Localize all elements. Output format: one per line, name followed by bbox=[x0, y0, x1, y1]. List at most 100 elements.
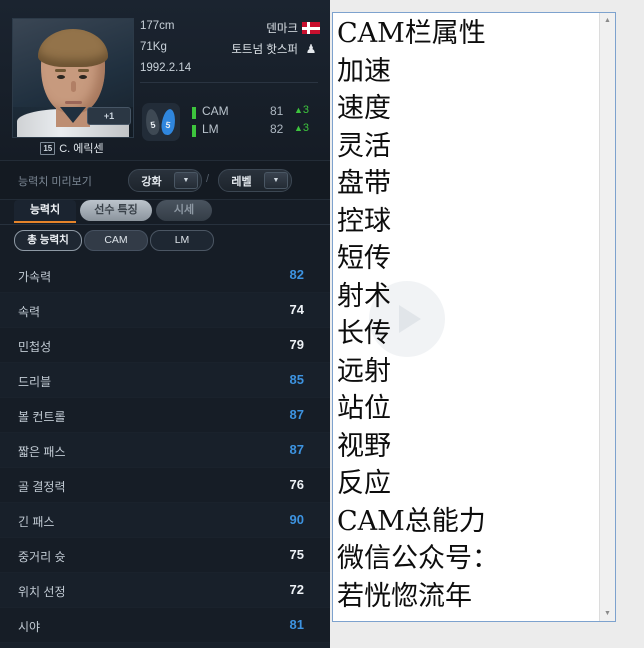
weak-foot-icon: 5 bbox=[144, 108, 161, 136]
player-birthdate: 1992.2.14 bbox=[140, 62, 192, 74]
stat-value: 76 bbox=[289, 477, 304, 492]
stat-name: 위치 선정 bbox=[18, 585, 66, 599]
subtab-cam[interactable]: CAM bbox=[84, 230, 148, 251]
stat-name: 민첩성 bbox=[18, 340, 52, 354]
eye-left bbox=[57, 75, 65, 79]
stat-value: 72 bbox=[289, 582, 304, 597]
player-bio: 177cm 덴마크 71Kg 토트넘 핫스퍼 ♟ 1992.2.14 bbox=[140, 20, 320, 83]
stat-value: 82 bbox=[289, 267, 304, 282]
preview-separator: / bbox=[206, 173, 210, 185]
tab-abilities[interactable]: 능력치 bbox=[14, 200, 76, 223]
tab-market-price[interactable]: 시세 bbox=[156, 200, 212, 221]
stat-value: 87 bbox=[289, 442, 304, 457]
stat-value: 75 bbox=[289, 547, 304, 562]
position-upgrade: ▲3 bbox=[294, 122, 309, 134]
player-weight: 71Kg bbox=[140, 41, 167, 53]
bio-row-height: 177cm 덴마크 bbox=[140, 20, 320, 41]
notes-textbox[interactable]: CAM栏属性 加速 速度 灵活 盘带 控球 短传 射术 长传 远射 站位 视野 … bbox=[332, 12, 616, 622]
tab-player-traits[interactable]: 선수 특징 bbox=[80, 200, 152, 221]
stat-row: 볼 컨트롤 87 bbox=[0, 398, 330, 433]
nose-shape bbox=[71, 81, 76, 92]
stat-value: 85 bbox=[289, 372, 304, 387]
foot-ratings: 5 5 bbox=[142, 103, 180, 141]
hair-shape bbox=[38, 29, 108, 67]
stat-name: 드리블 bbox=[18, 375, 52, 389]
upgrade-badge: +1 bbox=[87, 107, 131, 125]
position-rating: 81 bbox=[270, 104, 284, 118]
scroll-up-icon[interactable]: ▲ bbox=[600, 13, 615, 28]
club-crest-icon: ♟ bbox=[305, 42, 317, 56]
stat-row: 속력 74 bbox=[0, 293, 330, 328]
player-detail-panel: +1 15 C. 에릭센 177cm 덴마크 71Kg 토트넘 핫스퍼 ♟ 19… bbox=[0, 0, 330, 648]
position-name: LM bbox=[202, 122, 219, 136]
stat-value: 79 bbox=[289, 337, 304, 352]
position-name: CAM bbox=[202, 104, 229, 118]
stat-row: 시야 81 bbox=[0, 608, 330, 643]
stat-name: 볼 컨트롤 bbox=[18, 410, 66, 424]
stat-row: 골 결정력 76 bbox=[0, 468, 330, 503]
position-row: LM 82 ▲3 bbox=[192, 122, 322, 140]
position-ratings-list: CAM 81 ▲3 LM 82 ▲3 bbox=[192, 104, 322, 140]
position-bar-icon bbox=[192, 125, 196, 137]
chevron-up-icon: ▲ bbox=[294, 123, 303, 133]
stat-value: 74 bbox=[289, 302, 304, 317]
stats-list: 가속력 82 속력 74 민첩성 79 드리블 85 볼 컨트롤 87 짧은 패스 87 골 결정력 76… bbox=[0, 258, 330, 648]
stat-row: 가속력 82 bbox=[0, 258, 330, 293]
stat-name: 속력 bbox=[18, 305, 41, 319]
main-tabs: 능력치 선수 특징 시세 bbox=[0, 198, 330, 224]
position-upgrade-value: 3 bbox=[302, 122, 310, 134]
scroll-down-icon[interactable]: ▼ bbox=[600, 606, 615, 621]
player-club: 토트넘 핫스퍼 bbox=[231, 44, 298, 56]
position-upgrade-value: 3 bbox=[302, 104, 310, 116]
notes-panel: CAM栏属性 加速 速度 灵活 盘带 控球 短传 射术 长传 远射 站位 视野 … bbox=[330, 0, 644, 648]
denmark-flag-icon bbox=[302, 22, 320, 34]
eyebrow-left bbox=[55, 69, 66, 72]
stat-row: 긴 패스 90 bbox=[0, 503, 330, 538]
chevron-down-icon[interactable]: ▼ bbox=[174, 172, 198, 189]
position-upgrade: ▲3 bbox=[294, 104, 309, 116]
stat-row: 드리블 85 bbox=[0, 363, 330, 398]
stat-row: 중거리 슛 75 bbox=[0, 538, 330, 573]
screen-root: +1 15 C. 에릭센 177cm 덴마크 71Kg 토트넘 핫스퍼 ♟ 19… bbox=[0, 0, 644, 648]
tabs-divider bbox=[0, 224, 330, 225]
stat-value: 87 bbox=[289, 407, 304, 422]
enhance-dropdown[interactable]: 강화 ▼ bbox=[128, 169, 202, 192]
notes-scrollbar[interactable]: ▲ ▼ bbox=[599, 13, 615, 621]
position-rating: 82 bbox=[270, 122, 284, 136]
stat-row: 위치 선정 72 bbox=[0, 573, 330, 608]
bio-divider bbox=[140, 82, 318, 83]
notes-text[interactable]: CAM栏属性 加速 速度 灵活 盘带 控球 短传 射术 长传 远射 站位 视野 … bbox=[337, 15, 599, 615]
position-row: CAM 81 ▲3 bbox=[192, 104, 322, 122]
shirt-number: 15 bbox=[40, 141, 56, 155]
stat-name: 중거리 슛 bbox=[18, 550, 66, 564]
bio-row-weight: 71Kg 토트넘 핫스퍼 ♟ bbox=[140, 41, 320, 62]
enhance-dropdown-value: 강화 bbox=[141, 175, 162, 188]
preview-label: 능력치 미리보기 bbox=[18, 176, 92, 188]
stat-value: 81 bbox=[289, 617, 304, 632]
stat-preview-bar: 능력치 미리보기 강화 ▼ / 레벨 ▼ bbox=[0, 160, 330, 200]
stat-name: 가속력 bbox=[18, 270, 52, 284]
stat-name: 긴 패스 bbox=[18, 515, 55, 529]
bio-row-birthdate: 1992.2.14 bbox=[140, 62, 320, 83]
stat-row: 짧은 패스 87 bbox=[0, 433, 330, 468]
subtab-lm[interactable]: LM bbox=[150, 230, 214, 251]
player-name-row: 15 C. 에릭센 bbox=[12, 140, 132, 156]
stat-row: 민첩성 79 bbox=[0, 328, 330, 363]
stat-name: 시야 bbox=[18, 620, 41, 634]
eye-right bbox=[79, 75, 87, 79]
subtab-total[interactable]: 총 능력치 bbox=[14, 230, 82, 251]
player-header: +1 15 C. 에릭센 177cm 덴마크 71Kg 토트넘 핫스퍼 ♟ 19… bbox=[0, 0, 330, 160]
eyebrow-right bbox=[78, 69, 89, 72]
stat-row: 반응 속도80 bbox=[0, 643, 330, 648]
player-portrait: +1 bbox=[12, 18, 134, 138]
level-dropdown-value: 레벨 bbox=[231, 175, 252, 188]
chevron-down-icon[interactable]: ▼ bbox=[264, 172, 288, 189]
player-name: C. 에릭센 bbox=[59, 143, 104, 155]
position-subtabs: 총 능력치 CAM LM bbox=[0, 230, 330, 254]
mouth-shape bbox=[65, 101, 82, 104]
position-bar-icon bbox=[192, 107, 196, 119]
level-dropdown[interactable]: 레벨 ▼ bbox=[218, 169, 292, 192]
player-height: 177cm bbox=[140, 20, 175, 32]
player-nationality: 덴마크 bbox=[266, 23, 298, 35]
skill-moves-icon: 5 bbox=[160, 108, 177, 136]
